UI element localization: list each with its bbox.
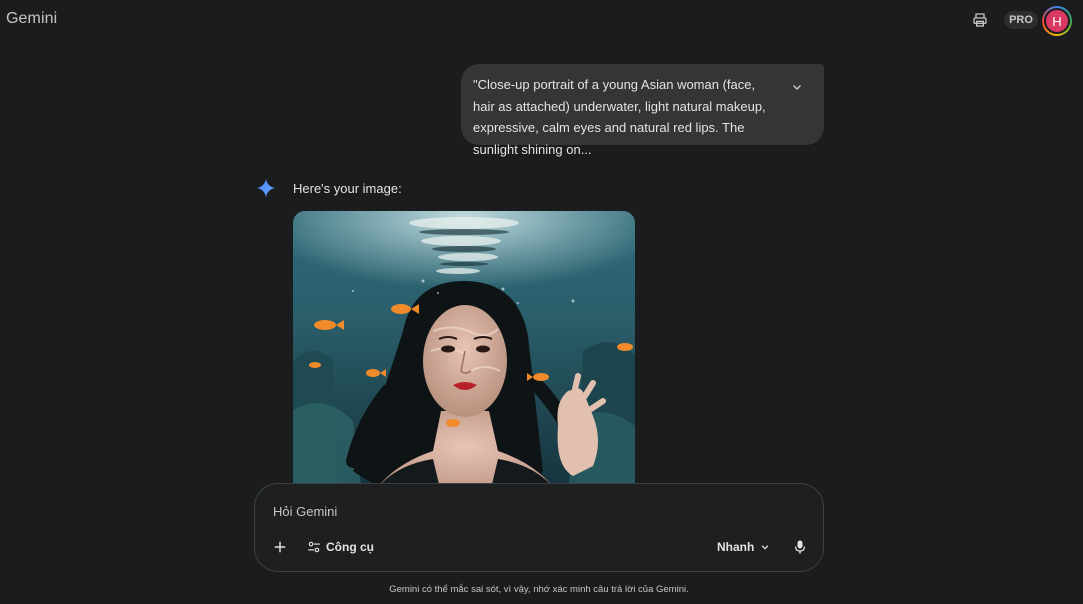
prompt-box: Công cụ Nhanh bbox=[254, 483, 824, 572]
print-button[interactable] bbox=[969, 9, 991, 31]
tools-button[interactable]: Công cụ bbox=[307, 537, 374, 557]
microphone-icon bbox=[794, 540, 806, 554]
plus-icon bbox=[274, 541, 286, 553]
user-message-bubble: "Close-up portrait of a young Asian woma… bbox=[461, 64, 824, 157]
top-bar: Gemini PRO H bbox=[0, 0, 1083, 40]
gemini-app: Gemini PRO H "Close-up portrait of a you… bbox=[0, 0, 1083, 604]
response-text: Here's your image: bbox=[293, 181, 402, 196]
expand-message-button[interactable] bbox=[788, 78, 806, 96]
chevron-down-icon bbox=[761, 545, 769, 550]
disclaimer-text: Gemini có thể mắc sai sót, vì vậy, nhớ x… bbox=[389, 584, 689, 595]
add-button[interactable] bbox=[269, 536, 291, 558]
pro-badge: PRO bbox=[1004, 11, 1038, 29]
model-selector[interactable]: Nhanh bbox=[717, 537, 770, 557]
generated-image[interactable] bbox=[293, 211, 635, 501]
tools-label: Công cụ bbox=[326, 540, 374, 554]
print-icon bbox=[973, 13, 987, 27]
prompt-input[interactable] bbox=[273, 500, 793, 522]
user-message-text: "Close-up portrait of a young Asian woma… bbox=[473, 77, 766, 157]
brand-title[interactable]: Gemini bbox=[6, 10, 57, 28]
avatar: H bbox=[1044, 8, 1070, 34]
gemini-spark-icon bbox=[256, 178, 276, 198]
tune-icon bbox=[308, 541, 320, 553]
underwater-portrait-image bbox=[293, 211, 635, 501]
account-button[interactable]: H bbox=[1042, 6, 1072, 36]
chevron-down-icon bbox=[792, 84, 802, 91]
microphone-button[interactable] bbox=[790, 536, 810, 558]
model-label: Nhanh bbox=[717, 540, 755, 554]
